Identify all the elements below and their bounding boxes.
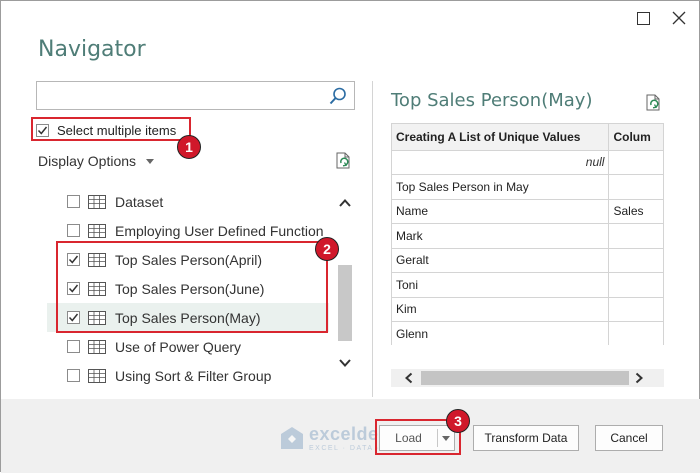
cancel-button[interactable]: Cancel (595, 425, 663, 451)
callout-highlight-1 (31, 117, 191, 141)
refresh-icon[interactable] (334, 151, 354, 171)
search-icon[interactable] (328, 86, 348, 106)
tree-item-label: Use of Power Query (115, 338, 242, 355)
preview-table: Creating A List of Unique Values Colum n… (392, 124, 664, 345)
tree-item-dataset[interactable]: Dataset (47, 187, 329, 216)
table-cell (608, 223, 664, 249)
table-cell (608, 174, 664, 200)
table-cell: Sales (608, 199, 664, 224)
table-icon (88, 339, 106, 354)
pane-divider[interactable] (372, 81, 373, 397)
table-header-row: Creating A List of Unique Values Colum (392, 124, 664, 151)
table-cell: Geralt (392, 248, 610, 273)
callout-highlight-2 (56, 241, 328, 333)
maximize-icon (636, 11, 650, 25)
chevron-right-icon[interactable] (633, 372, 645, 384)
grid-horizontal-scrollbar[interactable] (391, 369, 664, 387)
tree-scrollbar[interactable] (336, 189, 354, 381)
column-header[interactable]: Creating A List of Unique Values (392, 124, 610, 151)
callout-badge-1: 1 (177, 135, 201, 159)
table-icon (88, 368, 106, 383)
preview-title: Top Sales Person(May) (391, 90, 593, 111)
tree-item-power-query[interactable]: Use of Power Query (47, 332, 329, 361)
tree-item-label: Employing User Defined Function (115, 222, 324, 239)
table-cell: Top Sales Person in May (392, 174, 610, 200)
scrollbar-thumb[interactable] (421, 371, 629, 385)
table-icon (88, 223, 106, 238)
table-cell (608, 248, 664, 273)
checkbox[interactable] (67, 224, 80, 237)
exceldemy-logo-icon (281, 427, 303, 449)
search-input[interactable] (36, 81, 355, 110)
checkbox[interactable] (67, 369, 80, 382)
table-cell: Kim (392, 297, 610, 322)
table-row: Mark (392, 223, 664, 249)
table-cell (608, 321, 664, 345)
table-icon (88, 194, 106, 209)
chevron-up-icon[interactable] (338, 197, 352, 209)
preview-grid: Creating A List of Unique Values Colum n… (391, 123, 664, 345)
chevron-left-icon[interactable] (403, 372, 415, 384)
checkbox[interactable] (67, 195, 80, 208)
table-row: Name Sales (392, 199, 664, 224)
table-row: null (392, 150, 664, 175)
table-row: Glenn (392, 321, 664, 345)
table-row: Kim (392, 297, 664, 322)
table-cell (608, 297, 664, 322)
table-cell (608, 150, 664, 175)
table-cell: Toni (392, 272, 610, 298)
chevron-down-icon (146, 158, 155, 164)
checkbox[interactable] (67, 340, 80, 353)
column-header[interactable]: Colum (608, 124, 664, 151)
callout-badge-3: 3 (446, 409, 470, 433)
table-row: Top Sales Person in May (392, 174, 664, 200)
table-cell: null (392, 150, 610, 175)
display-options-dropdown[interactable]: Display Options (38, 153, 155, 169)
tree-item-sort-filter[interactable]: Using Sort & Filter Group (47, 361, 329, 390)
maximize-button[interactable] (629, 5, 657, 31)
tree-item-label: Dataset (115, 193, 164, 210)
close-button[interactable] (665, 5, 693, 31)
dialog-title: Navigator (38, 37, 146, 62)
table-cell: Name (392, 199, 610, 224)
table-row: Geralt (392, 248, 664, 273)
table-row: Toni (392, 272, 664, 298)
table-cell: Mark (392, 223, 610, 249)
navigator-dialog: Navigator Select multiple items 1 Displa… (0, 0, 700, 473)
display-options-label: Display Options (38, 153, 137, 169)
table-cell: Glenn (392, 321, 610, 345)
tree-item-label: Using Sort & Filter Group (115, 367, 272, 384)
chevron-down-icon[interactable] (338, 357, 352, 369)
scrollbar-thumb[interactable] (338, 265, 352, 341)
close-icon (672, 11, 686, 25)
refresh-icon[interactable] (644, 93, 664, 113)
transform-data-button[interactable]: Transform Data (473, 425, 579, 451)
table-cell (608, 272, 664, 298)
